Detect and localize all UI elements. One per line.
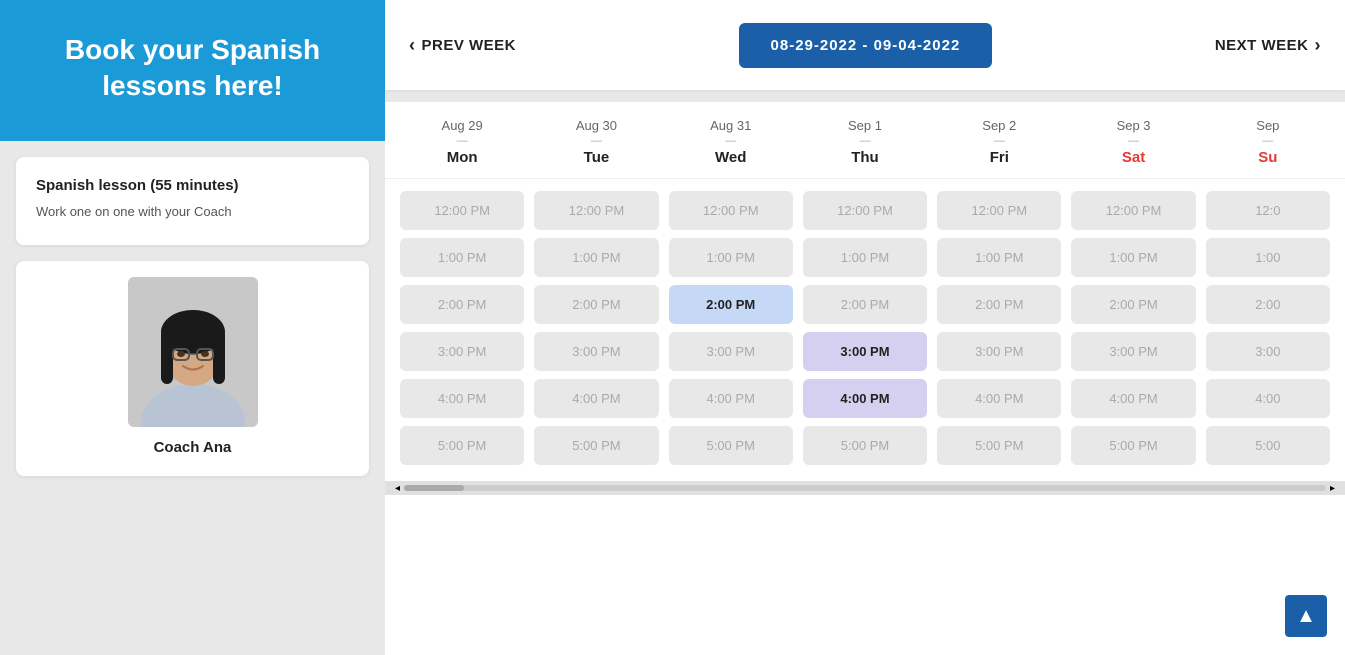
slot-sat-1pm[interactable]: 1:00 PM [1071,238,1195,277]
slot-fri-5pm[interactable]: 5:00 PM [937,426,1061,465]
slot-mon-5pm[interactable]: 5:00 PM [400,426,524,465]
week-navigation: ‹ PREV WEEK 08-29-2022 - 09-04-2022 NEXT… [385,0,1345,90]
horizontal-scrollbar[interactable]: ◂ ▸ [385,481,1345,495]
scroll-left-arrow[interactable]: ◂ [395,483,400,494]
day-header-sat: Sep 3 — Sat [1066,102,1200,178]
scroll-right-arrow[interactable]: ▸ [1330,483,1335,494]
next-week-label: NEXT WEEK [1215,37,1309,54]
coach-name: Coach Ana [154,439,232,456]
slot-sun-12pm[interactable]: 12:0 [1206,191,1330,230]
hero-text: Book your Spanish lessons here! [65,34,320,101]
slot-tue-5pm[interactable]: 5:00 PM [534,426,658,465]
day-header-sun: Sep — Su [1201,102,1335,178]
slot-sat-3pm[interactable]: 3:00 PM [1071,332,1195,371]
slot-fri-2pm[interactable]: 2:00 PM [937,285,1061,324]
slot-sun-2pm[interactable]: 2:00 [1206,285,1330,324]
slot-wed-1pm[interactable]: 1:00 PM [669,238,793,277]
coach-card: Coach Ana [16,261,369,476]
slot-fri-4pm[interactable]: 4:00 PM [937,379,1061,418]
slot-wed-12pm[interactable]: 12:00 PM [669,191,793,230]
slot-sun-3pm[interactable]: 3:00 [1206,332,1330,371]
hero-banner: Book your Spanish lessons here! [0,0,385,141]
slot-tue-12pm[interactable]: 12:00 PM [534,191,658,230]
slot-sun-5pm[interactable]: 5:00 [1206,426,1330,465]
slot-tue-2pm[interactable]: 2:00 PM [534,285,658,324]
calendar: Aug 29 — Mon Aug 30 — Tue Aug 31 — Wed S… [385,102,1345,655]
scroll-to-top-button[interactable]: ▲ [1285,595,1327,637]
day-header-mon: Aug 29 — Mon [395,102,529,178]
slot-wed-4pm[interactable]: 4:00 PM [669,379,793,418]
next-week-button[interactable]: NEXT WEEK › [1215,35,1321,56]
prev-arrow-icon: ‹ [409,35,416,56]
calendar-body: 12:00 PM 12:00 PM 12:00 PM 12:00 PM 12:0… [385,179,1345,477]
day-header-wed: Aug 31 — Wed [664,102,798,178]
slot-thu-5pm[interactable]: 5:00 PM [803,426,927,465]
slot-sun-1pm[interactable]: 1:00 [1206,238,1330,277]
slot-fri-3pm[interactable]: 3:00 PM [937,332,1061,371]
coach-avatar [128,277,258,427]
slot-sat-4pm[interactable]: 4:00 PM [1071,379,1195,418]
slot-thu-12pm[interactable]: 12:00 PM [803,191,927,230]
day-header-fri: Sep 2 — Fri [932,102,1066,178]
slot-thu-1pm[interactable]: 1:00 PM [803,238,927,277]
slot-sat-12pm[interactable]: 12:00 PM [1071,191,1195,230]
day-header-tue: Aug 30 — Tue [529,102,663,178]
lesson-title: Spanish lesson (55 minutes) [36,177,349,194]
slot-wed-2pm[interactable]: 2:00 PM [669,285,793,324]
current-week-badge[interactable]: 08-29-2022 - 09-04-2022 [739,23,993,68]
sidebar: Book your Spanish lessons here! Spanish … [0,0,385,655]
slot-tue-1pm[interactable]: 1:00 PM [534,238,658,277]
slot-mon-2pm[interactable]: 2:00 PM [400,285,524,324]
date-range-text: 08-29-2022 - 09-04-2022 [771,37,961,54]
slot-wed-5pm[interactable]: 5:00 PM [669,426,793,465]
slot-mon-12pm[interactable]: 12:00 PM [400,191,524,230]
slot-thu-3pm[interactable]: 3:00 PM [803,332,927,371]
calendar-header: Aug 29 — Mon Aug 30 — Tue Aug 31 — Wed S… [385,102,1345,179]
next-arrow-icon: › [1315,35,1322,56]
day-header-thu: Sep 1 — Thu [798,102,932,178]
slot-tue-3pm[interactable]: 3:00 PM [534,332,658,371]
prev-week-label: PREV WEEK [422,37,517,54]
slot-mon-4pm[interactable]: 4:00 PM [400,379,524,418]
scrollbar-thumb[interactable] [404,485,464,491]
slot-wed-3pm[interactable]: 3:00 PM [669,332,793,371]
main-content: ‹ PREV WEEK 08-29-2022 - 09-04-2022 NEXT… [385,0,1345,655]
lesson-card: Spanish lesson (55 minutes) Work one on … [16,157,369,246]
slot-sun-4pm[interactable]: 4:00 [1206,379,1330,418]
slot-mon-1pm[interactable]: 1:00 PM [400,238,524,277]
slot-fri-12pm[interactable]: 12:00 PM [937,191,1061,230]
prev-week-button[interactable]: ‹ PREV WEEK [409,35,516,56]
slot-sat-2pm[interactable]: 2:00 PM [1071,285,1195,324]
slot-thu-4pm[interactable]: 4:00 PM [803,379,927,418]
scrollbar-track[interactable] [404,485,1326,491]
scroll-top-icon: ▲ [1296,605,1316,628]
slot-mon-3pm[interactable]: 3:00 PM [400,332,524,371]
slot-sat-5pm[interactable]: 5:00 PM [1071,426,1195,465]
slot-tue-4pm[interactable]: 4:00 PM [534,379,658,418]
lesson-description: Work one on one with your Coach [36,202,349,222]
slot-fri-1pm[interactable]: 1:00 PM [937,238,1061,277]
slot-thu-2pm[interactable]: 2:00 PM [803,285,927,324]
